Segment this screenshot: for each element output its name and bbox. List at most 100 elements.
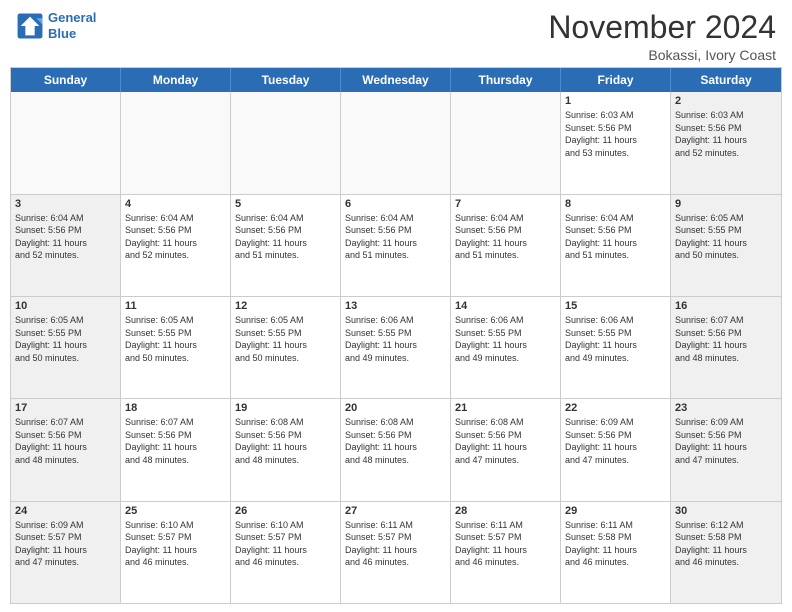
day-number: 23 <box>675 402 777 414</box>
day-number: 1 <box>565 95 666 107</box>
day-info: Sunrise: 6:07 AM Sunset: 5:56 PM Dayligh… <box>15 416 116 466</box>
calendar-week-row: 10 Sunrise: 6:05 AM Sunset: 5:55 PM Dayli… <box>11 296 781 398</box>
day-number: 6 <box>345 198 446 210</box>
day-number: 5 <box>235 198 336 210</box>
day-number: 17 <box>15 402 116 414</box>
day-number: 22 <box>565 402 666 414</box>
title-block: November 2024 Bokassi, Ivory Coast <box>548 10 776 63</box>
day-info: Sunrise: 6:09 AM Sunset: 5:57 PM Dayligh… <box>15 519 116 569</box>
day-number: 16 <box>675 300 777 312</box>
day-number: 30 <box>675 505 777 517</box>
calendar-cell-day: 12 Sunrise: 6:05 AM Sunset: 5:55 PM Dayli… <box>231 297 341 398</box>
calendar-cell-empty <box>451 92 561 193</box>
calendar-cell-day: 9Sunrise: 6:05 AM Sunset: 5:55 PM Daylig… <box>671 195 781 296</box>
day-info: Sunrise: 6:06 AM Sunset: 5:55 PM Dayligh… <box>345 314 446 364</box>
calendar-cell-day: 21Sunrise: 6:08 AM Sunset: 5:56 PM Dayli… <box>451 399 561 500</box>
day-info: Sunrise: 6:12 AM Sunset: 5:58 PM Dayligh… <box>675 519 777 569</box>
day-number: 25 <box>125 505 226 517</box>
calendar-cell-day: 5Sunrise: 6:04 AM Sunset: 5:56 PM Daylig… <box>231 195 341 296</box>
calendar-cell-day: 22 Sunrise: 6:09 AM Sunset: 5:56 PM Dayli… <box>561 399 671 500</box>
day-info: Sunrise: 6:06 AM Sunset: 5:55 PM Dayligh… <box>565 314 666 364</box>
day-number: 11 <box>125 300 226 312</box>
day-info: Sunrise: 6:11 AM Sunset: 5:58 PM Dayligh… <box>565 519 666 569</box>
calendar-header-day: Thursday <box>451 68 561 92</box>
calendar-cell-day: 6 Sunrise: 6:04 AM Sunset: 5:56 PM Daylig… <box>341 195 451 296</box>
day-info: Sunrise: 6:11 AM Sunset: 5:57 PM Dayligh… <box>345 519 446 569</box>
day-number: 15 <box>565 300 666 312</box>
calendar-cell-day: 17 Sunrise: 6:07 AM Sunset: 5:56 PM Dayli… <box>11 399 121 500</box>
day-info: Sunrise: 6:08 AM Sunset: 5:56 PM Dayligh… <box>345 416 446 466</box>
logo-text: General Blue <box>48 10 96 41</box>
day-number: 7 <box>455 198 556 210</box>
day-number: 29 <box>565 505 666 517</box>
header: General Blue November 2024 Bokassi, Ivor… <box>0 0 792 67</box>
day-info: Sunrise: 6:09 AM Sunset: 5:56 PM Dayligh… <box>565 416 666 466</box>
day-number: 20 <box>345 402 446 414</box>
day-number: 18 <box>125 402 226 414</box>
calendar-cell-day: 4Sunrise: 6:04 AM Sunset: 5:56 PM Daylig… <box>121 195 231 296</box>
page: General Blue November 2024 Bokassi, Ivor… <box>0 0 792 612</box>
day-info: Sunrise: 6:10 AM Sunset: 5:57 PM Dayligh… <box>125 519 226 569</box>
day-number: 13 <box>345 300 446 312</box>
day-info: Sunrise: 6:04 AM Sunset: 5:56 PM Dayligh… <box>455 212 556 262</box>
calendar-cell-day: 19Sunrise: 6:08 AM Sunset: 5:56 PM Dayli… <box>231 399 341 500</box>
calendar-cell-day: 20 Sunrise: 6:08 AM Sunset: 5:56 PM Dayli… <box>341 399 451 500</box>
calendar-cell-day: 29 Sunrise: 6:11 AM Sunset: 5:58 PM Dayli… <box>561 502 671 603</box>
day-number: 2 <box>675 95 777 107</box>
calendar-cell-day: 7 Sunrise: 6:04 AM Sunset: 5:56 PM Daylig… <box>451 195 561 296</box>
calendar-cell-day: 18 Sunrise: 6:07 AM Sunset: 5:56 PM Dayli… <box>121 399 231 500</box>
day-info: Sunrise: 6:03 AM Sunset: 5:56 PM Dayligh… <box>675 109 777 159</box>
calendar-body: 1 Sunrise: 6:03 AM Sunset: 5:56 PM Daylig… <box>11 92 781 603</box>
calendar-header-day: Sunday <box>11 68 121 92</box>
calendar-cell-empty <box>121 92 231 193</box>
day-number: 26 <box>235 505 336 517</box>
calendar-cell-day: 3Sunrise: 6:04 AM Sunset: 5:56 PM Daylig… <box>11 195 121 296</box>
calendar-header-day: Monday <box>121 68 231 92</box>
calendar-header-day: Saturday <box>671 68 781 92</box>
day-info: Sunrise: 6:03 AM Sunset: 5:56 PM Dayligh… <box>565 109 666 159</box>
calendar-cell-day: 11 Sunrise: 6:05 AM Sunset: 5:55 PM Dayli… <box>121 297 231 398</box>
day-number: 10 <box>15 300 116 312</box>
day-number: 8 <box>565 198 666 210</box>
day-info: Sunrise: 6:05 AM Sunset: 5:55 PM Dayligh… <box>675 212 777 262</box>
calendar-cell-day: 28 Sunrise: 6:11 AM Sunset: 5:57 PM Dayli… <box>451 502 561 603</box>
day-number: 28 <box>455 505 556 517</box>
day-number: 21 <box>455 402 556 414</box>
day-info: Sunrise: 6:07 AM Sunset: 5:56 PM Dayligh… <box>125 416 226 466</box>
calendar-cell-day: 2 Sunrise: 6:03 AM Sunset: 5:56 PM Daylig… <box>671 92 781 193</box>
calendar-cell-day: 1 Sunrise: 6:03 AM Sunset: 5:56 PM Daylig… <box>561 92 671 193</box>
day-info: Sunrise: 6:05 AM Sunset: 5:55 PM Dayligh… <box>235 314 336 364</box>
logo: General Blue <box>16 10 96 41</box>
calendar-cell-day: 24 Sunrise: 6:09 AM Sunset: 5:57 PM Dayli… <box>11 502 121 603</box>
logo-line2: Blue <box>48 26 76 41</box>
day-info: Sunrise: 6:05 AM Sunset: 5:55 PM Dayligh… <box>125 314 226 364</box>
day-info: Sunrise: 6:05 AM Sunset: 5:55 PM Dayligh… <box>15 314 116 364</box>
day-info: Sunrise: 6:08 AM Sunset: 5:56 PM Dayligh… <box>235 416 336 466</box>
calendar-week-row: 1 Sunrise: 6:03 AM Sunset: 5:56 PM Daylig… <box>11 92 781 193</box>
calendar-week-row: 3 Sunrise: 6:04 AM Sunset: 5:56 PM Daylig… <box>11 194 781 296</box>
day-info: Sunrise: 6:09 AM Sunset: 5:56 PM Dayligh… <box>675 416 777 466</box>
calendar-cell-day: 25 Sunrise: 6:10 AM Sunset: 5:57 PM Dayli… <box>121 502 231 603</box>
calendar-header: SundayMondayTuesdayWednesdayThursdayFrid… <box>11 68 781 92</box>
day-number: 12 <box>235 300 336 312</box>
calendar-cell-day: 14 Sunrise: 6:06 AM Sunset: 5:55 PM Dayli… <box>451 297 561 398</box>
day-number: 3 <box>15 198 116 210</box>
calendar-cell-day: 27Sunrise: 6:11 AM Sunset: 5:57 PM Dayli… <box>341 502 451 603</box>
calendar-cell-day: 23 Sunrise: 6:09 AM Sunset: 5:56 PM Dayli… <box>671 399 781 500</box>
calendar-cell-day: 8Sunrise: 6:04 AM Sunset: 5:56 PM Daylig… <box>561 195 671 296</box>
day-info: Sunrise: 6:10 AM Sunset: 5:57 PM Dayligh… <box>235 519 336 569</box>
calendar-week-row: 24 Sunrise: 6:09 AM Sunset: 5:57 PM Dayli… <box>11 501 781 603</box>
day-number: 4 <box>125 198 226 210</box>
calendar-cell-empty <box>341 92 451 193</box>
day-info: Sunrise: 6:06 AM Sunset: 5:55 PM Dayligh… <box>455 314 556 364</box>
calendar-cell-day: 26 Sunrise: 6:10 AM Sunset: 5:57 PM Dayli… <box>231 502 341 603</box>
calendar-header-day: Tuesday <box>231 68 341 92</box>
day-number: 14 <box>455 300 556 312</box>
calendar-cell-day: 30 Sunrise: 6:12 AM Sunset: 5:58 PM Dayli… <box>671 502 781 603</box>
month-title: November 2024 <box>548 10 776 45</box>
day-info: Sunrise: 6:04 AM Sunset: 5:56 PM Dayligh… <box>345 212 446 262</box>
day-info: Sunrise: 6:11 AM Sunset: 5:57 PM Dayligh… <box>455 519 556 569</box>
calendar-week-row: 17 Sunrise: 6:07 AM Sunset: 5:56 PM Dayli… <box>11 398 781 500</box>
day-number: 24 <box>15 505 116 517</box>
calendar-cell-empty <box>11 92 121 193</box>
